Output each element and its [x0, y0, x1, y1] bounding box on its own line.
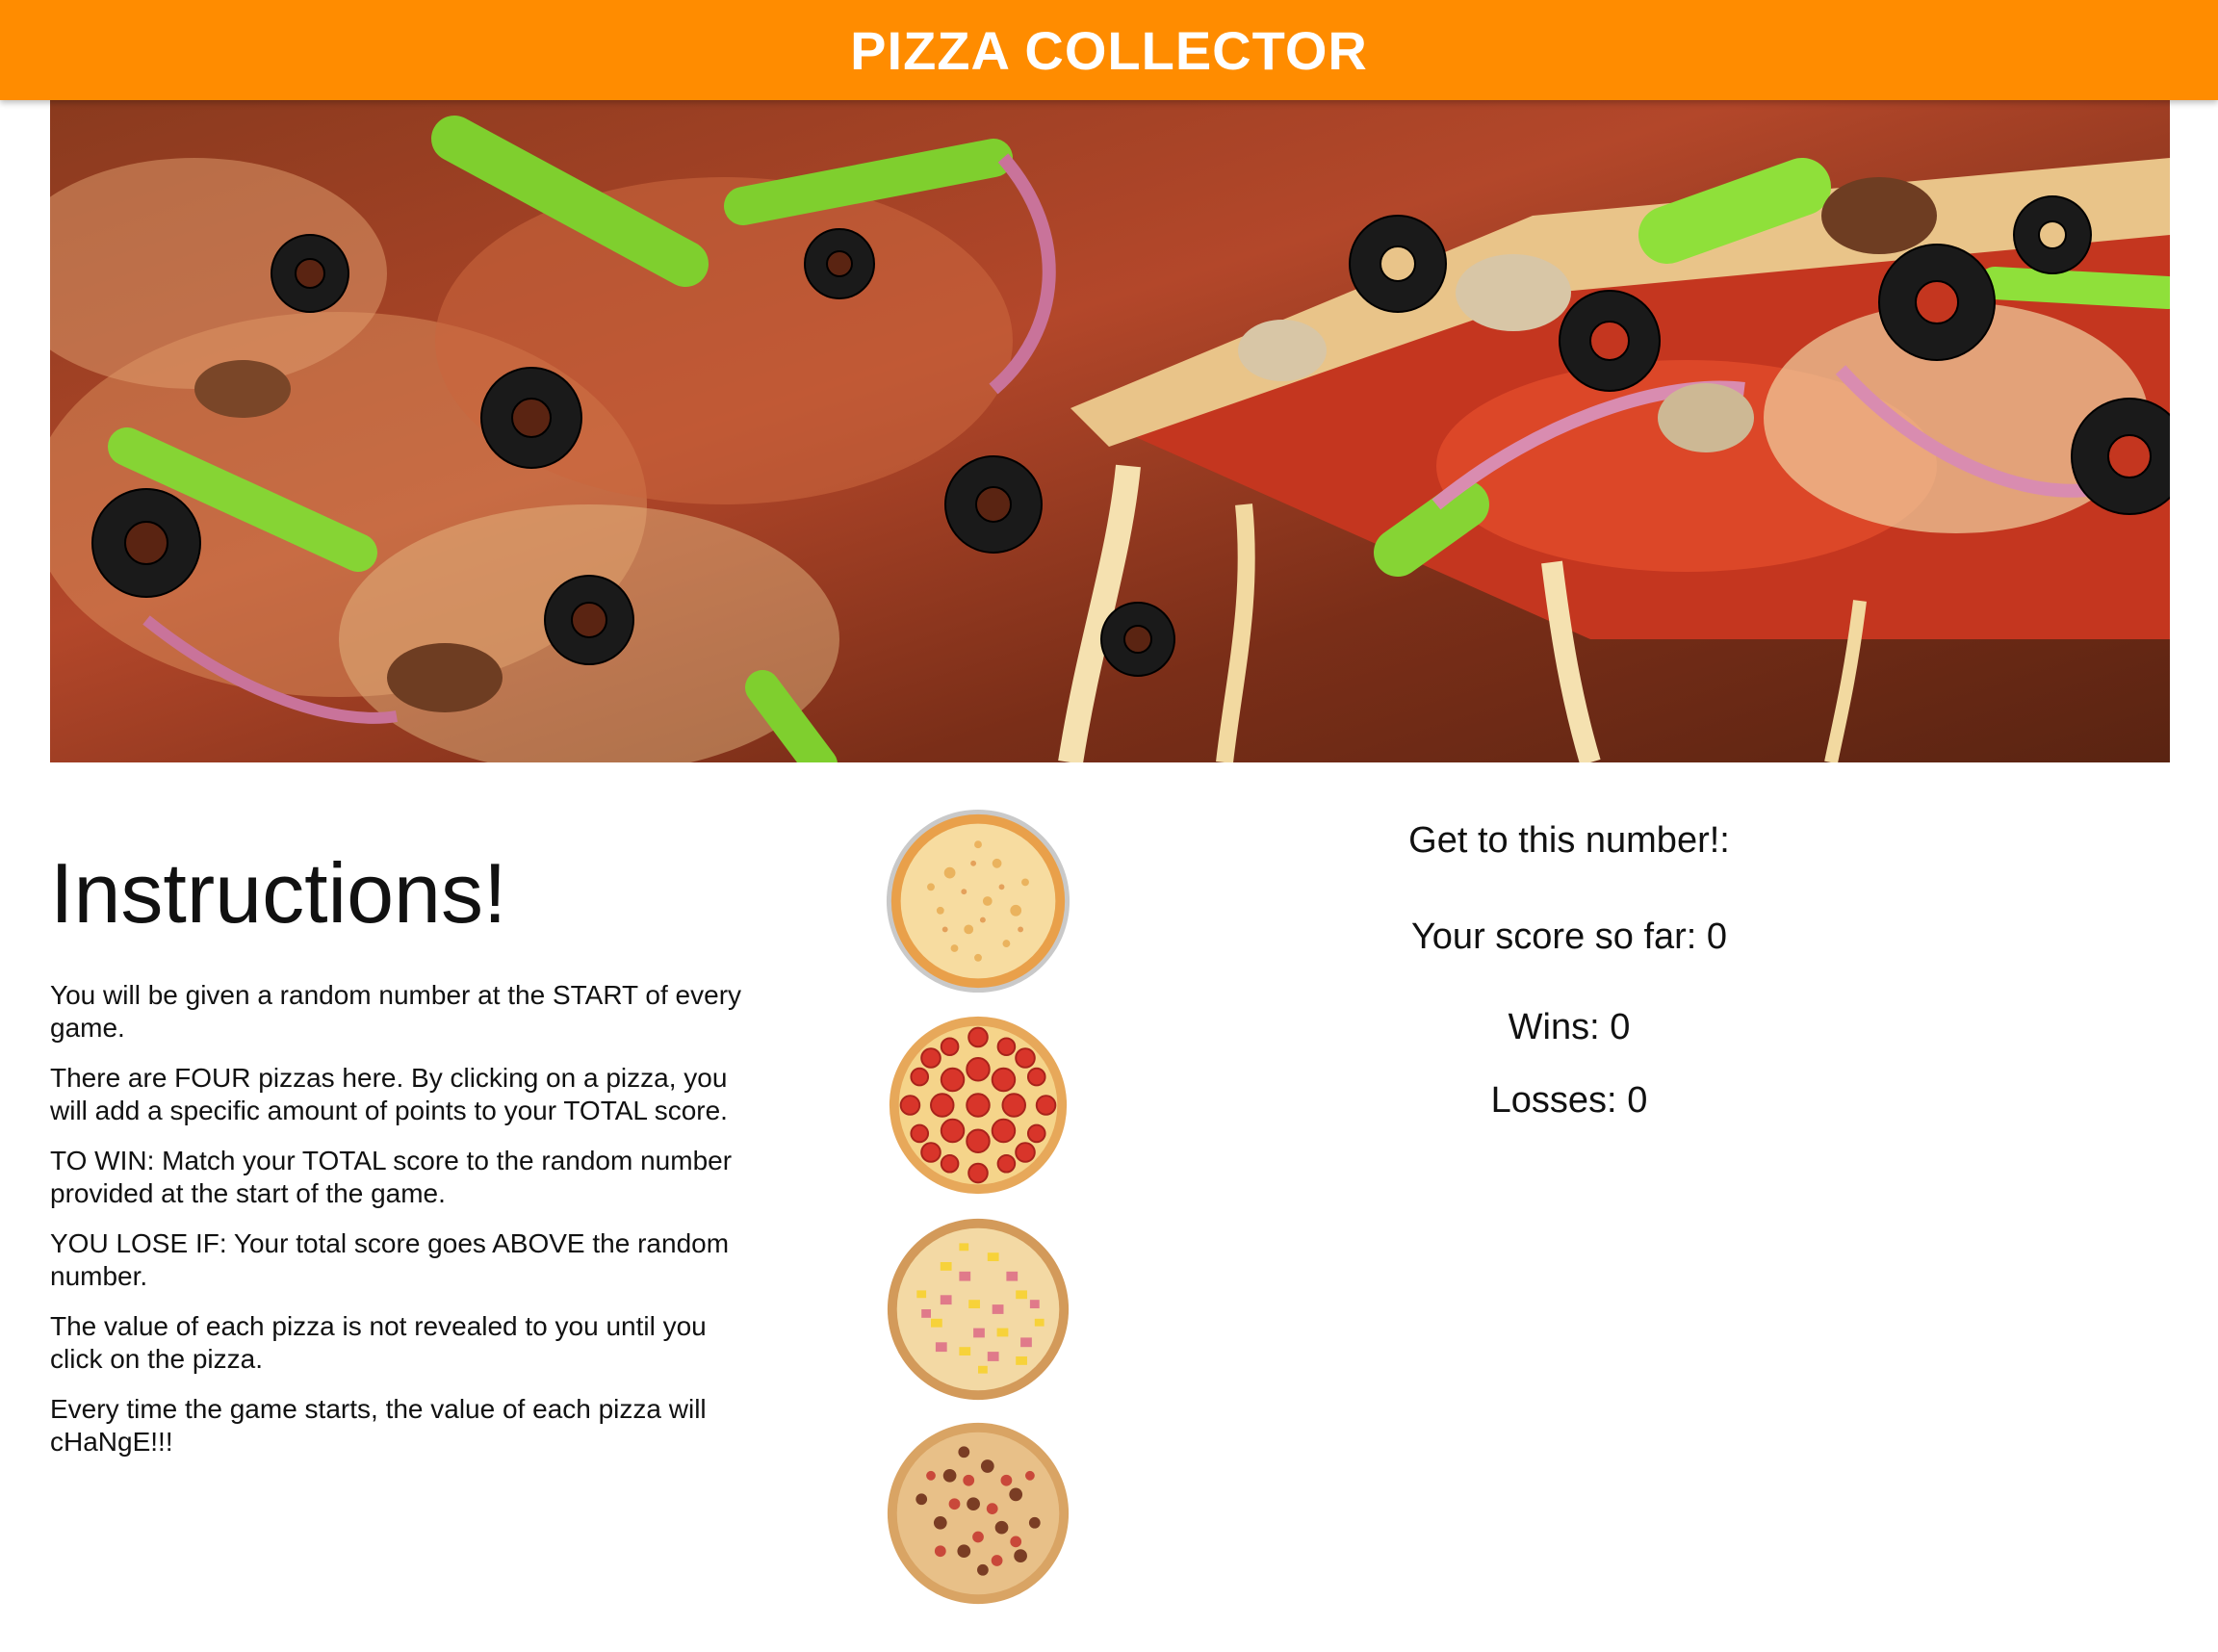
score-value: 0 — [1706, 916, 1728, 957]
target-number-label: Get to this number!: — [1328, 818, 1810, 863]
instructions-heading: Instructions! — [50, 845, 507, 941]
instructions-section: Instructions! You will be given a random… — [50, 845, 743, 1476]
app-title: PIZZA COLLECTOR — [850, 19, 1368, 81]
meat-pizza-icon[interactable] — [884, 1419, 1072, 1608]
wins-counter: Wins: 0 — [1328, 1005, 1810, 1049]
pepperoni-pizza-icon[interactable] — [884, 1011, 1072, 1200]
target-label-text: Get to this number!: — [1408, 820, 1730, 861]
wins-label: Wins: — [1508, 1007, 1600, 1047]
pizza-buttons — [884, 807, 1076, 1623]
losses-value: 0 — [1627, 1080, 1648, 1121]
instruction-paragraph: The value of each pizza is not revealed … — [50, 1310, 707, 1374]
losses-label: Losses: — [1490, 1080, 1617, 1121]
losses-counter: Losses: 0 — [1328, 1078, 1810, 1123]
instruction-paragraph: TO WIN: Match your TOTAL score to the ra… — [50, 1145, 733, 1208]
hero-pizza-image — [50, 100, 2170, 762]
hero-pizza-illustration — [50, 100, 2170, 762]
instruction-paragraph: Every time the game starts, the value of… — [50, 1393, 707, 1457]
scoreboard: Get to this number!: Your score so far: … — [1328, 818, 1810, 1123]
current-score: Your score so far: 0 — [1328, 915, 1810, 959]
wins-value: 0 — [1610, 1007, 1631, 1047]
instruction-paragraph: You will be given a random number at the… — [50, 979, 742, 1043]
cheese-pizza-icon[interactable] — [884, 807, 1072, 995]
score-label: Your score so far: — [1410, 916, 1697, 957]
instruction-paragraph: YOU LOSE IF: Your total score goes ABOVE… — [50, 1227, 730, 1291]
header-bar: PIZZA COLLECTOR — [0, 0, 2218, 100]
instruction-paragraph: There are FOUR pizzas here. By clicking … — [50, 1062, 728, 1125]
hawaiian-pizza-icon[interactable] — [884, 1215, 1072, 1404]
